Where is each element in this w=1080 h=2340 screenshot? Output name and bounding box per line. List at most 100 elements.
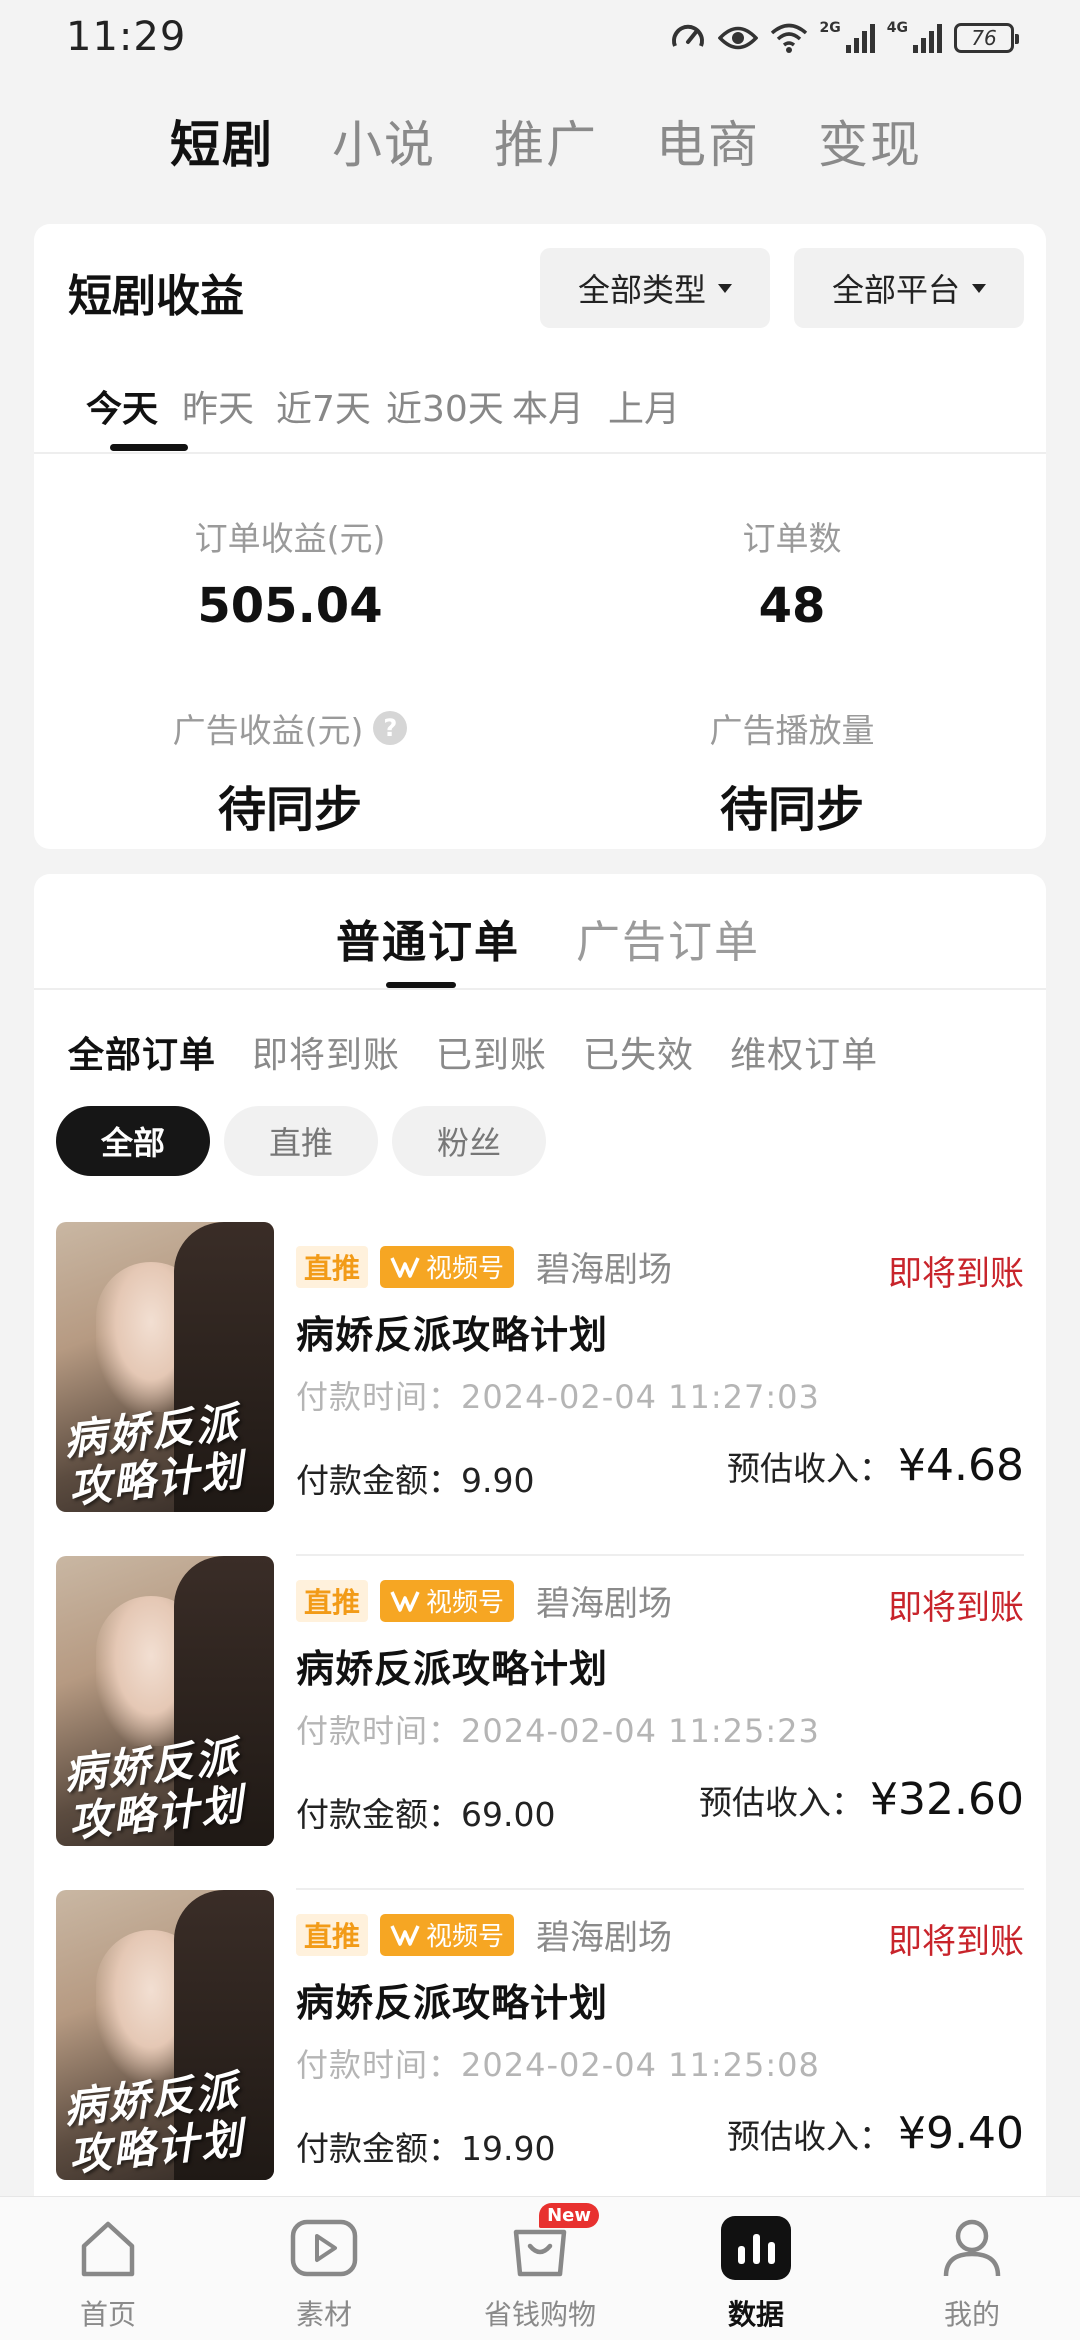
order-info: 直推 视频号 碧海剧场 即将到账 病娇反派攻略计划 付款时间：2024-02-0… [296, 1890, 1024, 2224]
order-status: 即将到账 [888, 1254, 1024, 1294]
type-filter-label: 全部类型 [577, 271, 706, 309]
pay-time: 付款时间：2024-02-04 11:25:08 [296, 2046, 820, 2084]
tab-short-drama[interactable]: 短剧 [170, 105, 274, 177]
order-tags: 直推 视频号 碧海剧场 [296, 1910, 672, 1959]
theater-name: 碧海剧场 [536, 1918, 673, 1958]
status-time: 11:29 [66, 14, 187, 60]
poster-title-art: 病娇反派 攻略计划 [61, 1397, 247, 1512]
tab-promotion[interactable]: 推广 [494, 105, 598, 177]
order-list-item[interactable]: 病娇反派 攻略计划 直推 视频号 碧海剧场 即将到账 病娇反派攻略计划 付款时间… [56, 1556, 1024, 1890]
period-tab-today[interactable]: 今天 [86, 380, 158, 432]
ad-income-label-row: 广告收益(元) ? [120, 704, 460, 752]
pay-amount: 付款金额：19.90 [296, 2129, 556, 2168]
estimated-income: 预估收入： ¥9.40 [727, 2108, 1024, 2159]
ad-plays-label: 广告播放量 [709, 711, 875, 750]
new-badge: New [539, 2203, 599, 2228]
status-tab-pending[interactable]: 即将到账 [252, 1026, 400, 1078]
nav-profile-label: 我的 [943, 2298, 1000, 2331]
income-value: ¥4.68 [898, 1440, 1024, 1491]
eye-icon [717, 26, 758, 50]
income-value: ¥9.40 [898, 2108, 1024, 2159]
nav-materials[interactable]: 素材 [254, 2213, 394, 2333]
ad-plays-value: 待同步 [719, 782, 864, 838]
period-tab-7days[interactable]: 近7天 [276, 380, 371, 432]
chip-fans[interactable]: 粉丝 [392, 1106, 546, 1176]
status-icons: 2G 4G 76 [670, 18, 1019, 58]
status-tab-expired[interactable]: 已失效 [583, 1026, 694, 1078]
earnings-title: 短剧收益 [68, 271, 244, 322]
order-info: 直推 视频号 碧海剧场 即将到账 病娇反派攻略计划 付款时间：2024-02-0… [296, 1222, 1024, 1556]
status-tab-settled[interactable]: 已到账 [436, 1026, 547, 1078]
tab-novel[interactable]: 小说 [332, 105, 436, 177]
order-list-item[interactable]: 病娇反派 攻略计划 直推 视频号 碧海剧场 即将到账 病娇反派攻略计划 付款时间… [56, 1222, 1024, 1556]
tab-monetize[interactable]: 变现 [818, 105, 922, 177]
order-tab-indicator [386, 982, 456, 988]
type-filter-dropdown[interactable]: 全部类型 [540, 248, 770, 328]
period-tab-this-month[interactable]: 本月 [512, 380, 584, 432]
nav-home[interactable]: 首页 [38, 2213, 178, 2333]
ad-income-metric: 广告收益(元) ? 待同步 [120, 704, 460, 840]
video-channel-icon [390, 1256, 420, 1278]
order-tags: 直推 视频号 碧海剧场 [296, 1242, 672, 1291]
order-count-value: 48 [758, 578, 826, 634]
ad-income-value: 待同步 [217, 782, 362, 838]
order-status: 即将到账 [888, 1922, 1024, 1962]
income-label: 预估收入： [727, 1449, 893, 1488]
period-tab-yesterday[interactable]: 昨天 [182, 380, 254, 432]
data-chart-icon [721, 2213, 791, 2283]
nav-shopping[interactable]: New 省钱购物 [470, 2203, 610, 2333]
play-icon [289, 2213, 359, 2283]
income-label: 预估收入： [699, 1783, 865, 1822]
orders-card: 普通订单 广告订单 全部订单 即将到账 已到账 已失效 维权订单 全部 直推 粉… [34, 874, 1046, 2340]
status-tab-dispute[interactable]: 维权订单 [730, 1026, 878, 1078]
status-tab-all[interactable]: 全部订单 [68, 1026, 216, 1078]
home-icon [73, 2213, 143, 2283]
order-income-metric: 订单收益(元) 505.04 [120, 512, 460, 634]
caret-down-icon [718, 283, 732, 293]
pay-amount: 付款金额：69.00 [296, 1795, 556, 1834]
chip-all[interactable]: 全部 [56, 1106, 210, 1176]
video-channel-icon [390, 1590, 420, 1612]
order-info: 直推 视频号 碧海剧场 即将到账 病娇反派攻略计划 付款时间：2024-02-0… [296, 1556, 1024, 1890]
nav-data-label: 数据 [727, 2298, 784, 2331]
chip-direct[interactable]: 直推 [224, 1106, 378, 1176]
network-type-1: 2G [819, 20, 841, 36]
estimated-income: 预估收入： ¥32.60 [699, 1774, 1024, 1825]
drama-poster: 病娇反派 攻略计划 [56, 1556, 274, 1846]
help-icon[interactable]: ? [373, 711, 408, 745]
platform-filter-dropdown[interactable]: 全部平台 [794, 248, 1024, 328]
video-channel-label: 视频号 [426, 1922, 505, 1952]
wifi-icon [770, 23, 807, 53]
drama-title: 病娇反派攻略计划 [296, 1313, 609, 1357]
order-tags: 直推 视频号 碧海剧场 [296, 1576, 672, 1625]
order-status-tabs: 全部订单 即将到账 已到账 已失效 维权订单 [68, 1026, 878, 1078]
drama-poster: 病娇反派 攻略计划 [56, 1222, 274, 1512]
source-filter-chips: 全部 直推 粉丝 [56, 1106, 546, 1176]
order-income-label: 订单收益(元) [194, 519, 386, 558]
network-type-2: 4G [886, 20, 908, 36]
earnings-card: 短剧收益 全部类型 全部平台 今天 昨天 近7天 近30天 本月 上月 订单收益… [34, 224, 1046, 849]
status-bar: 11:29 2G 4G 76 [0, 0, 1080, 80]
drama-poster: 病娇反派 攻略计划 [56, 1890, 274, 2180]
theater-name: 碧海剧场 [536, 1250, 673, 1290]
ad-income-label: 广告收益(元) [172, 711, 364, 750]
video-channel-tag: 视频号 [380, 1913, 515, 1956]
period-tab-30days[interactable]: 近30天 [386, 380, 504, 432]
nav-data[interactable]: 数据 [686, 2213, 826, 2333]
theater-name: 碧海剧场 [536, 1584, 673, 1624]
nav-home-label: 首页 [79, 2298, 136, 2331]
profile-icon [937, 2213, 1007, 2283]
video-channel-icon [390, 1924, 420, 1946]
tab-ecommerce[interactable]: 电商 [656, 105, 760, 177]
tab-regular-orders[interactable]: 普通订单 [336, 906, 520, 970]
tab-ad-orders[interactable]: 广告订单 [576, 906, 760, 970]
drama-title: 病娇反派攻略计划 [296, 1981, 609, 2025]
shopping-bag-icon: New [505, 2203, 599, 2283]
order-status: 即将到账 [888, 1588, 1024, 1628]
video-channel-tag: 视频号 [380, 1579, 515, 1622]
order-list-item[interactable]: 病娇反派 攻略计划 直推 视频号 碧海剧场 即将到账 病娇反派攻略计划 付款时间… [56, 1890, 1024, 2224]
caret-down-icon [972, 283, 986, 293]
period-tab-last-month[interactable]: 上月 [608, 380, 680, 432]
nav-profile[interactable]: 我的 [902, 2213, 1042, 2333]
period-tabs: 今天 昨天 近7天 近30天 本月 上月 [34, 374, 1046, 454]
